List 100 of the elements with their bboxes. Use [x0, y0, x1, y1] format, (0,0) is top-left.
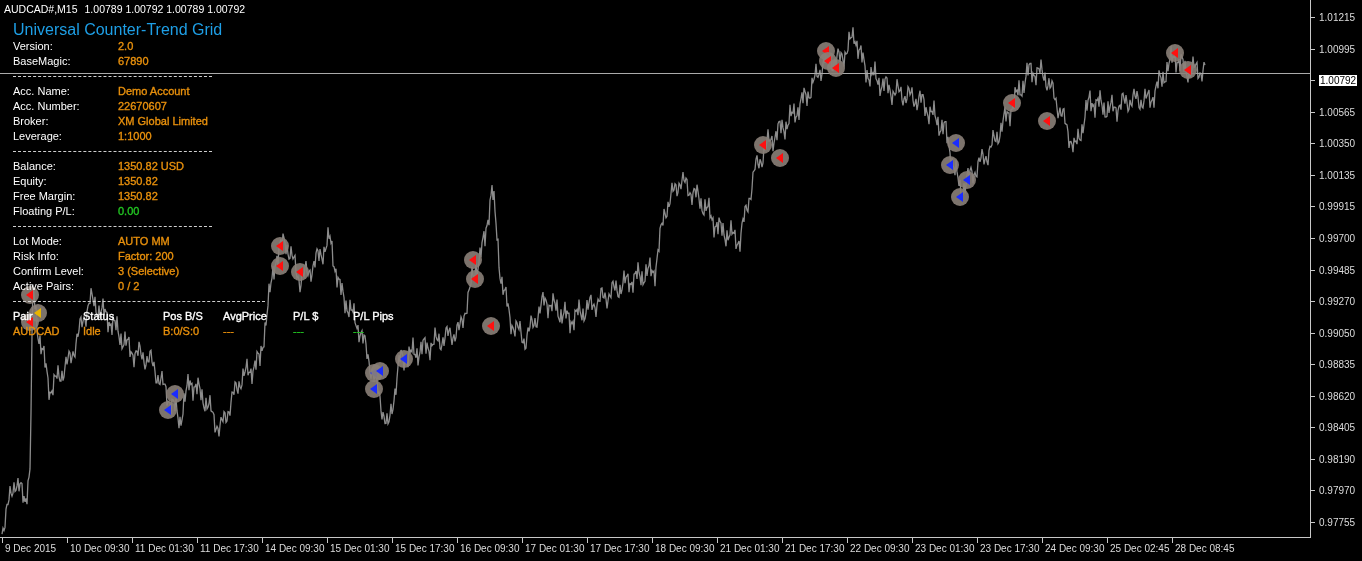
- trade-marker-icon: [464, 251, 482, 269]
- trade-marker-icon: [1038, 112, 1056, 130]
- trade-marker-icon: [271, 237, 289, 255]
- price-label: 0.99485: [1318, 264, 1357, 276]
- field-value: Demo Account: [118, 84, 190, 99]
- field-label: Lot Mode:: [13, 234, 63, 249]
- price-label: 1.00135: [1318, 169, 1357, 181]
- field-value: 0.00: [118, 204, 140, 219]
- table-cell: Idle: [83, 325, 101, 337]
- price-label: 0.99270: [1318, 296, 1357, 308]
- trade-marker-icon: [754, 136, 772, 154]
- price-label: 0.97755: [1318, 516, 1357, 528]
- trade-marker-icon: [395, 350, 413, 368]
- field-label: Confirm Level:: [13, 264, 85, 279]
- column-header: AvgPrice: [223, 310, 267, 322]
- symbol-label: AUDCAD#,M15: [4, 3, 78, 15]
- panel-title: Universal Counter-Trend Grid: [13, 21, 224, 39]
- price-label: 0.98835: [1318, 359, 1357, 371]
- field-value: 1:1000: [118, 129, 152, 144]
- field-value: 2.0: [118, 39, 134, 54]
- time-label: 15 Dec 01:30: [330, 543, 390, 554]
- trade-marker-icon: [371, 362, 389, 380]
- table-cell: ---: [293, 325, 304, 337]
- time-label: 11 Dec 17:30: [200, 543, 259, 554]
- field-label: Acc. Name:: [13, 84, 71, 99]
- field-value: XM Global Limited: [118, 114, 208, 129]
- field-value: Factor: 200: [118, 249, 174, 264]
- field-label: Balance:: [13, 159, 57, 174]
- time-label: 23 Dec 17:30: [980, 543, 1040, 554]
- table-cell: ---: [223, 325, 234, 337]
- field-value: 1350.82 USD: [118, 159, 185, 174]
- field-label: Active Pairs:: [13, 279, 76, 294]
- table-cell: B:0/S:0: [163, 325, 200, 337]
- table-cell: ---: [353, 325, 364, 337]
- trade-marker-icon: [365, 380, 383, 398]
- trade-marker-icon: [291, 263, 309, 281]
- time-label: 10 Dec 09:30: [70, 543, 130, 554]
- current-price-label: 1.00792: [1318, 74, 1359, 88]
- price-label: 0.99050: [1318, 327, 1357, 339]
- price-label: 1.01215: [1318, 12, 1357, 24]
- field-label: Floating P/L:: [13, 204, 76, 219]
- price-label: 0.98405: [1318, 422, 1357, 434]
- column-header: P/L $: [293, 310, 319, 322]
- trade-marker-icon: [958, 171, 976, 189]
- field-label: Acc. Number:: [13, 99, 81, 114]
- trade-marker-icon: [271, 257, 289, 275]
- field-label: Free Margin:: [13, 189, 77, 204]
- field-label: Risk Info:: [13, 249, 60, 264]
- time-label: 16 Dec 09:30: [460, 543, 520, 554]
- column-header: Status: [83, 310, 115, 322]
- price-label: 0.97970: [1318, 485, 1357, 497]
- time-label: 21 Dec 17:30: [785, 543, 845, 554]
- field-value: 67890: [118, 54, 149, 69]
- price-label: 1.00350: [1318, 138, 1357, 150]
- time-label: 25 Dec 02:45: [1110, 543, 1170, 554]
- time-label: 14 Dec 09:30: [265, 543, 325, 554]
- trade-marker-icon: [466, 270, 484, 288]
- time-label: 9 Dec 2015: [5, 543, 57, 554]
- trade-marker-icon: [771, 149, 789, 167]
- field-label: Broker:: [13, 114, 50, 129]
- field-value: 22670607: [118, 99, 167, 114]
- time-label: 22 Dec 09:30: [850, 543, 910, 554]
- field-label: BaseMagic:: [13, 54, 72, 69]
- time-label: 21 Dec 01:30: [720, 543, 780, 554]
- trade-marker-icon: [482, 317, 500, 335]
- time-label: 17 Dec 17:30: [590, 543, 650, 554]
- column-header: Pos B/S: [163, 310, 203, 322]
- time-label: 17 Dec 01:30: [525, 543, 585, 554]
- time-label: 23 Dec 01:30: [915, 543, 975, 554]
- trade-marker-icon: [1179, 61, 1197, 79]
- price-label: 1.00995: [1318, 43, 1357, 55]
- field-label: Version:: [13, 39, 54, 54]
- time-label: 15 Dec 17:30: [395, 543, 455, 554]
- time-label: 18 Dec 09:30: [655, 543, 715, 554]
- field-value: 0 / 2: [118, 279, 140, 294]
- field-value: 1350.82: [118, 174, 158, 189]
- price-quotes: 1.00789 1.00792 1.00789 1.00792: [84, 3, 246, 15]
- field-value: 3 (Selective): [118, 264, 180, 279]
- trade-marker-icon: [166, 385, 184, 403]
- price-label: 0.98620: [1318, 390, 1357, 402]
- time-label: 28 Dec 08:45: [1175, 543, 1235, 554]
- trade-marker-icon: [159, 401, 177, 419]
- time-label: 11 Dec 01:30: [135, 543, 194, 554]
- price-label: 1.00565: [1318, 106, 1357, 118]
- field-value: AUTO MM: [118, 234, 170, 249]
- column-header: P/L Pips: [353, 310, 394, 322]
- table-cell: AUDCAD: [13, 325, 60, 337]
- price-label: 0.99700: [1318, 233, 1357, 244]
- field-value: 1350.82: [118, 189, 158, 204]
- price-label: 0.98190: [1318, 453, 1357, 465]
- field-label: Leverage:: [13, 129, 63, 144]
- trade-marker-icon: [951, 188, 969, 206]
- trade-marker-icon: [1003, 94, 1021, 112]
- trade-marker-icon: [947, 134, 965, 152]
- column-header: Pair: [13, 310, 33, 322]
- trade-marker-icon: [941, 156, 959, 174]
- trade-marker-icon: [1166, 44, 1184, 62]
- field-label: Equity:: [13, 174, 48, 189]
- time-label: 24 Dec 09:30: [1045, 543, 1105, 554]
- price-label: 0.99915: [1318, 201, 1357, 213]
